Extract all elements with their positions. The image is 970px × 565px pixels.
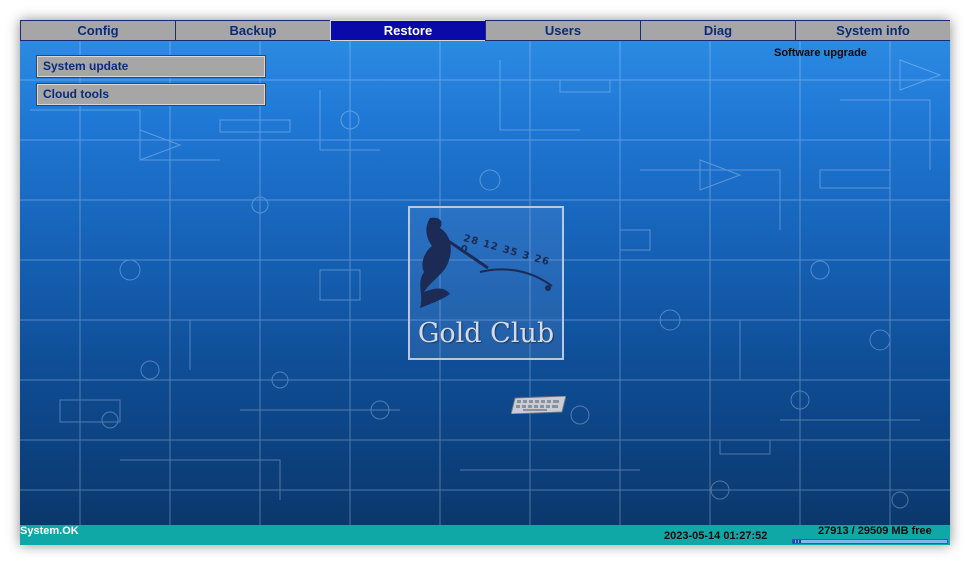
gold-club-logo: 28 12 35 3 26 0 Gold Club <box>408 206 564 360</box>
datetime-display: 2023-05-14 01:27:52 <box>664 530 768 542</box>
main-screen: Config Backup Restore Users Diag System … <box>20 20 950 545</box>
section-title: Software upgrade <box>774 47 867 59</box>
tab-restore[interactable]: Restore <box>330 20 486 41</box>
tab-backup[interactable]: Backup <box>175 20 331 41</box>
tab-diag[interactable]: Diag <box>640 20 796 41</box>
disk-free-text: 27913 / 29509 MB free <box>818 525 932 537</box>
cloud-tools-button[interactable]: Cloud tools <box>37 84 265 105</box>
logo-text: Gold Club <box>417 318 555 349</box>
status-text: System.OK <box>20 525 79 537</box>
disk-usage-fill <box>793 540 802 543</box>
status-bar: System.OK 2023-05-14 01:27:52 27913 / 29… <box>20 525 950 545</box>
tab-config[interactable]: Config <box>20 20 176 41</box>
tab-system-info[interactable]: System info <box>795 20 950 41</box>
tab-users[interactable]: Users <box>485 20 641 41</box>
disk-usage-bar <box>792 539 948 544</box>
keyboard-icon[interactable] <box>511 396 566 414</box>
system-update-button[interactable]: System update <box>37 56 265 77</box>
main-tab-bar: Config Backup Restore Users Diag System … <box>20 20 950 41</box>
